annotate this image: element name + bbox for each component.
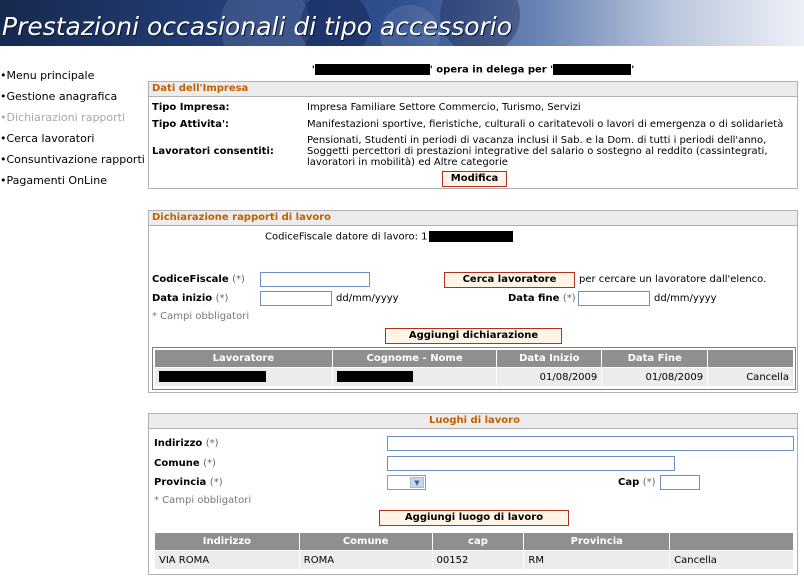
data-fine-format: dd/mm/yyyy [654,293,717,304]
data-inizio-label: Data inizio (*) [152,293,228,304]
luoghi-panel: Luoghi di lavoro Indirizzo (*) Comune (*… [148,413,798,575]
lavoratori-line: lavoratori in mobilità) ed Altre categor… [307,157,508,168]
provincia-cell: RM [523,550,671,570]
page-title: Prestazioni occasionali di tipo accessor… [2,12,513,41]
provincia-label-text: Provincia [154,477,207,488]
campi-obbligatori-note: * Campi obbligatori [154,495,252,506]
redacted-block [159,371,266,383]
data-fine-label: Data fine (*) [508,293,576,304]
nav-item-pagamenti-online[interactable]: •Pagamenti OnLine [0,173,145,194]
data-inizio-cell: 01/08/2009 [496,367,603,387]
required-mark: (*) [642,477,656,488]
indirizzo-label: Indirizzo (*) [154,438,219,449]
indirizzo-cell: VIA ROMA [154,550,300,570]
redacted-block [428,231,513,242]
nav-item-dichiarazioni-rapporti[interactable]: •Dichiarazioni rapporti [0,110,145,131]
lavoratori-line: Soggetti percettori di prestazioni integ… [307,146,768,157]
codice-datore-text: CodiceFiscale datore di lavoro: 1 [265,231,428,243]
column-header [669,532,794,551]
indirizzo-input[interactable] [387,436,794,451]
delega-notice: ' ' opera in delega per ' ' [148,64,798,76]
tipo-impresa-value: Impresa Familiare Settore Commercio, Tur… [307,102,581,113]
required-mark: (*) [232,274,245,285]
table-row: 01/08/2009 01/08/2009 Cancella [154,367,794,387]
delega-quote: ' [631,64,635,76]
redacted-block [336,371,413,383]
column-header: Comune [298,532,433,551]
data-inizio-input[interactable] [260,291,332,306]
data-fine-cell: 01/08/2009 [601,367,709,387]
required-mark: (*) [562,293,576,304]
sidebar-menu: •Menu principale •Gestione anagrafica •D… [0,68,145,194]
redacted-block [314,64,430,75]
column-header: Lavoratore [154,349,333,368]
column-header: Provincia [523,532,671,551]
table-row: VIA ROMA ROMA 00152 RM Cancella [154,550,794,570]
cap-input[interactable] [660,475,700,490]
panel-title: Dichiarazione rapporti di lavoro [149,211,797,226]
nav-item-cerca-lavoratori[interactable]: •Cerca lavoratori [0,131,145,152]
lavoratori-consentiti-value: Pensionati, Studenti in periodi di vacan… [307,135,768,168]
dichiarazioni-table: Lavoratore Cognome - Nome Data Inizio Da… [154,349,794,387]
column-header [707,349,794,368]
comune-input[interactable] [387,456,675,471]
lavoratore-cell [154,367,333,387]
column-header: Cognome - Nome [331,349,498,368]
header-banner: Prestazioni occasionali di tipo accessor… [0,0,804,46]
tipo-impresa-label: Tipo Impresa: [152,102,230,113]
codice-fiscale-input[interactable] [260,272,370,287]
codice-fiscale-label-text: CodiceFiscale [152,274,229,285]
lavoratori-line: Pensionati, Studenti in periodi di vacan… [307,135,767,146]
cap-cell: 00152 [431,550,525,570]
column-header: Indirizzo [154,532,300,551]
provincia-select[interactable]: ▼ [387,475,426,490]
campi-obbligatori-note: * Campi obbligatori [152,311,250,322]
comune-cell: ROMA [298,550,433,570]
impresa-panel: Dati dell'Impresa Tipo Impresa: Impresa … [148,81,798,189]
data-inizio-format: dd/mm/yyyy [336,293,399,304]
required-mark: (*) [205,438,219,449]
column-header: cap [431,532,525,551]
codice-datore-label: CodiceFiscale datore di lavoro: 1 [265,231,513,243]
data-fine-input[interactable] [578,291,650,306]
comune-label-text: Comune [154,458,200,469]
chevron-down-icon: ▼ [410,477,424,488]
tipo-attivita-value: Manifestazioni sportive, fieristiche, cu… [307,119,784,130]
aggiungi-luogo-button[interactable]: Aggiungi luogo di lavoro [379,510,569,526]
lavoratori-consentiti-label: Lavoratori consentiti: [152,146,274,157]
data-fine-label-text: Data fine [508,293,560,304]
aggiungi-dichiarazione-button[interactable]: Aggiungi dichiarazione [385,328,562,344]
redacted-block [553,64,632,75]
modifica-button[interactable]: Modifica [442,171,507,187]
cerca-lavoratore-button[interactable]: Cerca lavoratore [444,272,575,288]
cognome-nome-cell [331,367,498,387]
cancella-link[interactable]: Cancella [707,367,794,387]
cerca-hint: per cercare un lavoratore dall'elenco. [579,274,767,285]
cancella-link[interactable]: Cancella [669,550,794,570]
codice-fiscale-label: CodiceFiscale (*) [152,274,245,285]
nav-item-menu-principale[interactable]: •Menu principale [0,68,145,89]
cap-label-text: Cap [618,477,640,488]
cap-label: Cap (*) [618,477,656,488]
dichiarazione-panel: Dichiarazione rapporti di lavoro CodiceF… [148,210,798,393]
tipo-attivita-label: Tipo Attivita': [152,119,230,130]
nav-item-gestione-anagrafica[interactable]: •Gestione anagrafica [0,89,145,110]
provincia-label: Provincia (*) [154,477,223,488]
required-mark: (*) [209,477,223,488]
required-mark: (*) [215,293,229,304]
delega-text: ' opera in delega per ' [429,64,554,76]
luoghi-table: Indirizzo Comune cap Provincia VIA ROMA … [154,532,794,570]
column-header: Data Inizio [496,349,603,368]
data-inizio-label-text: Data inizio [152,293,213,304]
comune-label: Comune (*) [154,458,216,469]
column-header: Data Fine [601,349,709,368]
indirizzo-label-text: Indirizzo [154,438,203,449]
panel-title: Luoghi di lavoro [149,414,797,429]
required-mark: (*) [203,458,216,469]
panel-title: Dati dell'Impresa [149,82,797,97]
nav-item-consuntivazione-rapporti[interactable]: •Consuntivazione rapporti [0,152,145,173]
